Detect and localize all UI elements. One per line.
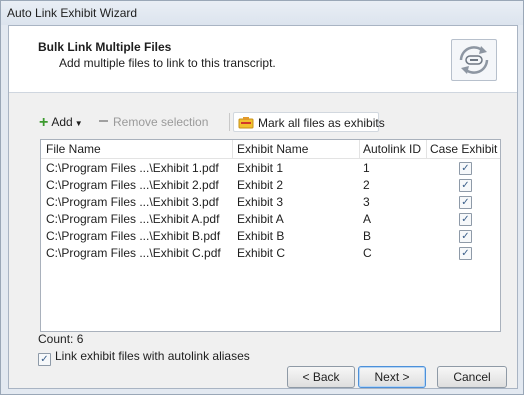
cell-exhibit-name[interactable]: Exhibit B [237,229,284,243]
toolbar-separator [229,113,230,131]
mark-all-exhibits-button[interactable]: Mark all files as exhibits [233,112,385,132]
case-exhibit-checkbox[interactable]: ✓ [459,179,472,192]
cell-exhibit-name[interactable]: Exhibit C [237,246,285,260]
case-exhibit-checkbox[interactable]: ✓ [459,230,472,243]
page-subtitle: Add multiple files to link to this trans… [59,56,276,70]
column-divider[interactable] [359,140,360,158]
link-aliases-checkbox[interactable]: ✓ [38,353,51,366]
table-row[interactable]: C:\Program Files ...\Exhibit 1.pdf Exhibi… [41,160,500,177]
column-divider[interactable] [426,140,427,158]
table-row[interactable]: C:\Program Files ...\Exhibit B.pdf Exhibi… [41,228,500,245]
check-icon: ✓ [461,180,470,191]
cell-exhibit-name[interactable]: Exhibit 2 [237,178,283,192]
check-icon: ✓ [40,354,49,365]
wizard-body: Bulk Link Multiple Files Add multiple fi… [8,25,518,389]
chevron-down-icon: ▼ [74,119,83,128]
cell-file-name: C:\Program Files ...\Exhibit C.pdf [46,246,221,260]
cell-file-name: C:\Program Files ...\Exhibit 3.pdf [46,195,219,209]
cell-autolink-id[interactable]: B [363,229,371,243]
cell-autolink-id[interactable]: 1 [363,161,370,175]
table-row[interactable]: C:\Program Files ...\Exhibit A.pdf Exhibi… [41,211,500,228]
check-icon: ✓ [461,214,470,225]
back-button[interactable]: < Back [287,366,355,388]
title-bar: Auto Link Exhibit Wizard [1,1,523,25]
wizard-window: Auto Link Exhibit Wizard Bulk Link Multi… [0,0,524,395]
next-button[interactable]: Next > [358,366,426,388]
column-header-case-exhibit[interactable]: Case Exhibit [430,142,497,156]
files-table[interactable]: File Name Exhibit Name Autolink ID Case … [40,139,501,332]
case-exhibit-checkbox[interactable]: ✓ [459,196,472,209]
case-exhibit-checkbox[interactable]: ✓ [459,162,472,175]
page-title: Bulk Link Multiple Files [38,40,172,54]
link-cycle-icon [451,39,497,81]
remove-label: Remove selection [113,115,209,129]
wizard-header: Bulk Link Multiple Files Add multiple fi… [9,26,517,93]
cell-autolink-id[interactable]: 3 [363,195,370,209]
check-icon: ✓ [461,197,470,208]
plus-icon: + [39,114,49,131]
column-header-exhibit-name[interactable]: Exhibit Name [237,142,308,156]
cell-autolink-id[interactable]: 2 [363,178,370,192]
cell-autolink-id[interactable]: C [363,246,372,260]
cell-exhibit-name[interactable]: Exhibit 3 [237,195,283,209]
toolbar: + Add ▼ Remove selection Mark all files as… [39,112,385,132]
case-exhibit-checkbox[interactable]: ✓ [459,213,472,226]
file-count: Count: 6 [38,332,84,346]
check-icon: ✓ [461,248,470,259]
cell-file-name: C:\Program Files ...\Exhibit B.pdf [46,229,221,243]
cell-exhibit-name[interactable]: Exhibit 1 [237,161,283,175]
column-header-autolink-id[interactable]: Autolink ID [363,142,421,156]
column-header-file-name[interactable]: File Name [46,142,101,156]
window-title: Auto Link Exhibit Wizard [7,6,138,20]
cancel-button[interactable]: Cancel [437,366,507,388]
table-row[interactable]: C:\Program Files ...\Exhibit 3.pdf Exhibi… [41,194,500,211]
table-header: File Name Exhibit Name Autolink ID Case … [41,140,500,159]
link-aliases-option[interactable]: ✓ Link exhibit files with autolink aliase… [38,349,250,366]
add-label: Add [51,115,73,129]
cell-file-name: C:\Program Files ...\Exhibit A.pdf [46,212,220,226]
check-icon: ✓ [461,231,470,242]
cell-autolink-id[interactable]: A [363,212,371,226]
cell-exhibit-name[interactable]: Exhibit A [237,212,284,226]
cell-file-name: C:\Program Files ...\Exhibit 2.pdf [46,178,219,192]
mark-label: Mark all files as exhibits [258,116,385,130]
remove-selection-button[interactable]: Remove selection [99,112,227,132]
exhibit-stamp-icon [238,116,254,136]
case-exhibit-checkbox[interactable]: ✓ [459,247,472,260]
link-aliases-label[interactable]: Link exhibit files with autolink aliases [55,349,250,363]
table-row[interactable]: C:\Program Files ...\Exhibit 2.pdf Exhibi… [41,177,500,194]
table-row[interactable]: C:\Program Files ...\Exhibit C.pdf Exhibi… [41,245,500,262]
cell-file-name: C:\Program Files ...\Exhibit 1.pdf [46,161,219,175]
minus-icon [99,120,108,122]
check-icon: ✓ [461,163,470,174]
column-divider[interactable] [232,140,233,158]
add-button[interactable]: + Add ▼ [39,112,95,132]
